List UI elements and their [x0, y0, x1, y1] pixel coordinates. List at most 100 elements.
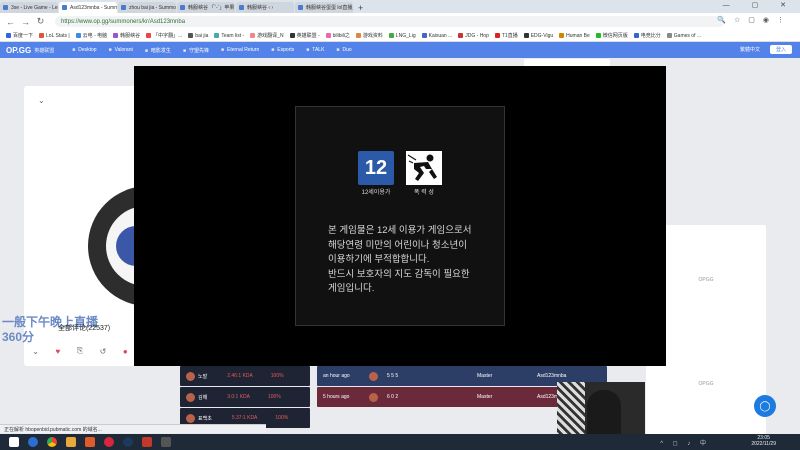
- ie-icon[interactable]: [28, 437, 38, 447]
- warning-line: 해당연령 미만의 어린이나 청소년이: [328, 239, 468, 251]
- match-tier: Master: [477, 373, 493, 379]
- windows-start-icon[interactable]: [9, 437, 19, 447]
- player-name: 노발: [198, 373, 208, 380]
- bookmark-item[interactable]: bai jia: [188, 33, 208, 39]
- comments-count[interactable]: 全部评论(22537): [58, 323, 110, 333]
- win-rate: 100%: [275, 415, 289, 421]
- netease-icon[interactable]: [104, 437, 114, 447]
- obs-icon[interactable]: [161, 437, 171, 447]
- match-row-left[interactable]: 노발 2.46:1 KDA 100%: [180, 366, 310, 386]
- bookmark-item[interactable]: 「中字翻」...: [146, 32, 182, 39]
- bookmark-item[interactable]: Human Be: [559, 33, 590, 39]
- opgg-nav-item[interactable]: 暗影发生: [145, 47, 171, 54]
- bookmark-icon: [559, 33, 565, 38]
- bookmarks-bar: 百度一下 LoL Stats | 云电 - 电脑 韩服峡谷 「中字翻」... bai ji…: [0, 30, 800, 42]
- back-icon[interactable]: ←: [6, 17, 15, 27]
- opgg-logo[interactable]: OP.GG: [6, 46, 31, 55]
- language-selector[interactable]: 繁體中文: [740, 46, 760, 53]
- system-tray[interactable]: ^ ◻ ♪ 中: [660, 438, 710, 447]
- app-icon[interactable]: [85, 437, 95, 447]
- chevron-down-icon[interactable]: ⌄: [38, 96, 45, 105]
- refresh-icon[interactable]: ↺: [100, 347, 107, 356]
- opgg-nav-item[interactable]: Esports: [271, 47, 294, 54]
- opgg-nav-item[interactable]: Valorant: [109, 47, 133, 54]
- record-app-icon[interactable]: [142, 437, 152, 447]
- tab-label: 韩服峡谷 「ˇ-ˇ」苹果: [188, 5, 235, 11]
- chevron-down-icon[interactable]: ⌄: [32, 347, 39, 356]
- opgg-nav-item[interactable]: Eternal Return: [221, 47, 259, 54]
- warning-line: 이용하기에 부적합합니다.: [328, 254, 430, 265]
- clock-date: 2022/11/29: [751, 441, 776, 447]
- bookmark-icon: [355, 33, 361, 38]
- bookmark-item[interactable]: 云电 - 电脑: [75, 32, 108, 39]
- opgg-nav-item[interactable]: 守望先锋: [183, 47, 209, 54]
- tab-label: 韩服峡谷蛋蛋 lol直播_韩服: [306, 5, 353, 11]
- bookmark-item[interactable]: 英雄联盟 -: [289, 32, 320, 39]
- match-row-left[interactable]: 김해 3.0:1 KDA 100%: [180, 387, 310, 407]
- bookmark-label: 「中字翻」...: [153, 33, 183, 39]
- bookmark-item[interactable]: 微信网页版: [595, 32, 628, 39]
- match-score: 5 5 5: [387, 373, 399, 379]
- bookmark-icon: [250, 33, 256, 38]
- record-icon[interactable]: ●: [123, 347, 128, 356]
- bookmark-item[interactable]: 百度一下: [6, 32, 33, 39]
- match-time: an hour ago: [323, 373, 350, 379]
- toolbar-icons[interactable]: 🔍☆▢◉⋮: [717, 16, 792, 24]
- opgg-nav-item[interactable]: TALK: [306, 47, 324, 54]
- chat-icon[interactable]: ◯: [754, 395, 776, 417]
- bookmark-item[interactable]: EDG-Vigu: [523, 33, 553, 39]
- tab-bar: 3se - Live Game - League Asd123mnba - Sum…: [0, 0, 800, 13]
- bookmark-item[interactable]: T1直播: [494, 32, 518, 39]
- browser-tab[interactable]: 3se - Live Game - League: [0, 2, 58, 13]
- bookmark-item[interactable]: 游戏资料: [355, 32, 383, 39]
- share-icon[interactable]: ⎘: [77, 346, 83, 356]
- bookmark-item[interactable]: Team list -: [214, 33, 244, 39]
- match-time: 5 hours ago: [323, 394, 350, 400]
- bookmark-label: Games of ...: [673, 32, 702, 39]
- tab-favicon-icon: [298, 5, 303, 10]
- heart-icon[interactable]: ♥: [55, 347, 60, 356]
- window-controls[interactable]: — ▢ ✕: [723, 1, 796, 9]
- bookmark-item[interactable]: JDG - Hop: [458, 33, 489, 39]
- opgg-nav-item[interactable]: Duo: [336, 47, 351, 54]
- system-clock[interactable]: 23:05 2022/11/29: [751, 435, 776, 447]
- bookmark-item[interactable]: LNG_Lig: [388, 33, 416, 39]
- bookmark-label: Team list -: [221, 32, 245, 39]
- bookmark-item[interactable]: Kaixuan ...: [421, 33, 452, 39]
- bookmark-icon: [289, 33, 295, 38]
- match-tier: Master: [477, 394, 493, 400]
- bookmark-item[interactable]: bilibili之: [325, 32, 350, 39]
- bookmark-icon: [494, 33, 500, 38]
- browser-tab[interactable]: 韩服峡谷蛋蛋 lol直播_韩服: [295, 2, 353, 13]
- browser-tab[interactable]: zhou bai jia - Summoner: [118, 2, 176, 13]
- browser-tab[interactable]: 韩服峡谷 「ˇ-ˇ」苹果: [177, 2, 235, 13]
- browser-tab[interactable]: Asd123mnba - Summoner: [59, 2, 117, 13]
- chrome-icon[interactable]: [47, 437, 57, 447]
- url-field[interactable]: https://www.op.gg/summoners/kr/Asd123mnb…: [55, 16, 725, 27]
- forward-icon[interactable]: →: [21, 17, 30, 27]
- bookmark-item[interactable]: LoL Stats |: [39, 33, 70, 39]
- reload-icon[interactable]: ↻: [36, 16, 45, 27]
- tab-favicon-icon: [239, 5, 244, 10]
- bookmark-item[interactable]: 电竞比分: [633, 32, 661, 39]
- opgg-nav-item[interactable]: Desktop: [72, 47, 96, 54]
- tab-label: Asd123mnba - Summoner: [70, 4, 117, 11]
- bookmark-label: 云电 - 电脑: [82, 33, 108, 39]
- bookmark-item[interactable]: 韩服峡谷: [113, 32, 140, 39]
- new-tab-icon[interactable]: +: [358, 3, 363, 13]
- steam-icon[interactable]: [123, 437, 133, 447]
- bookmark-label: bilibili之: [332, 33, 350, 39]
- bookmark-icon: [39, 33, 45, 38]
- win-rate: 100%: [268, 394, 281, 400]
- browser-tab[interactable]: 韩服峡谷 ‹ ›: [236, 2, 294, 13]
- bookmark-item[interactable]: 游戏翻译_N: [250, 32, 284, 39]
- tab-favicon-icon: [3, 5, 8, 10]
- folder-icon[interactable]: [66, 437, 76, 447]
- win-rate: 100%: [270, 373, 284, 379]
- login-button[interactable]: 登入: [770, 45, 792, 54]
- bookmark-item[interactable]: Games of ...: [666, 32, 702, 39]
- tab-label: 3se - Live Game - League: [11, 4, 58, 11]
- champion-icon: [369, 371, 378, 381]
- rating-warning-text: 본 게임물은 12세 이용가 게임으로서해당연령 미만의 어린이나 청소년이이용…: [328, 224, 498, 297]
- warning-line: 본 게임물은 12세 이용가 게임으로서: [328, 225, 472, 236]
